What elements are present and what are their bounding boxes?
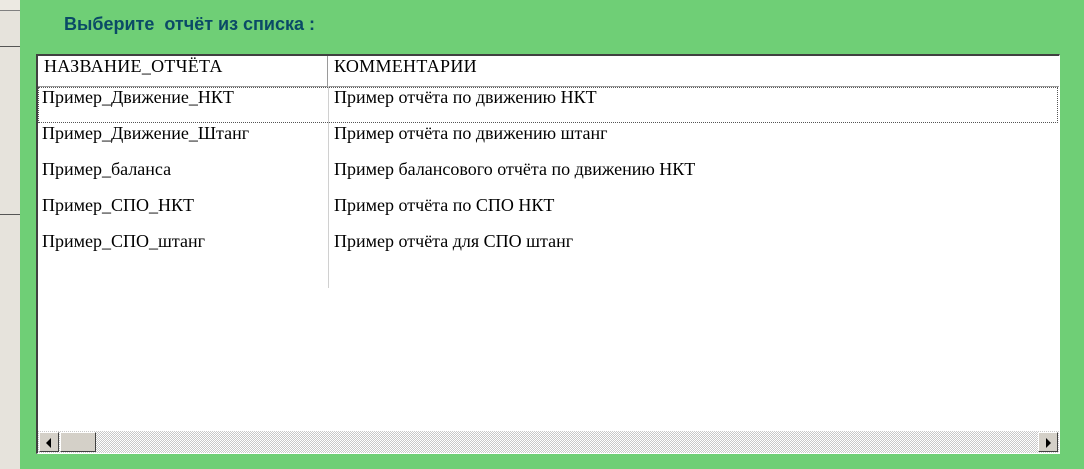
reports-list[interactable]: НАЗВАНИЕ_ОТЧЁТА КОММЕНТАРИИ Пример_Движе… [36,54,1060,454]
background-divider [0,214,20,215]
scroll-right-button[interactable] [1038,432,1058,452]
table-row[interactable]: Пример_баланса Пример балансового отчёта… [38,159,1058,195]
column-header-comments[interactable]: КОММЕНТАРИИ [328,56,1058,86]
column-header-report-name[interactable]: НАЗВАНИЕ_ОТЧЁТА [38,56,328,86]
table-row[interactable]: Пример_СПО_штанг Пример отчёта для СПО ш… [38,231,1058,267]
horizontal-scrollbar[interactable] [38,431,1059,453]
report-comment-cell: Пример балансового отчёта по движению НК… [334,159,696,179]
report-comment-cell: Пример отчёта по движению НКТ [334,87,597,107]
report-name-cell: Пример_СПО_НКТ [42,195,195,215]
scrollbar-thumb[interactable] [60,432,96,452]
report-name-cell: Пример_Движение_НКТ [42,87,234,107]
background-window [0,0,20,469]
background-divider [0,46,20,47]
table-row[interactable]: Пример_Движение_Штанг Пример отчёта по д… [38,123,1058,159]
table-row[interactable]: Пример_СПО_НКТ Пример отчёта по СПО НКТ [38,195,1058,231]
scroll-left-button[interactable] [39,432,59,452]
report-name-cell: Пример_СПО_штанг [42,231,205,251]
report-comment-cell: Пример отчёта для СПО штанг [334,231,574,251]
arrow-left-icon [46,438,51,448]
report-name-cell: Пример_баланса [42,159,172,179]
arrow-right-icon [1046,438,1051,448]
report-comment-cell: Пример отчёта по движению штанг [334,123,608,143]
table-row[interactable]: Пример_Движение_НКТ Пример отчёта по дви… [38,87,1058,123]
dialog-title: Выберите отчёт из списка : [64,14,316,34]
report-name-cell: Пример_Движение_Штанг [42,123,250,143]
report-comment-cell: Пример отчёта по СПО НКТ [334,195,555,215]
list-header: НАЗВАНИЕ_ОТЧЁТА КОММЕНТАРИИ [38,56,1059,87]
